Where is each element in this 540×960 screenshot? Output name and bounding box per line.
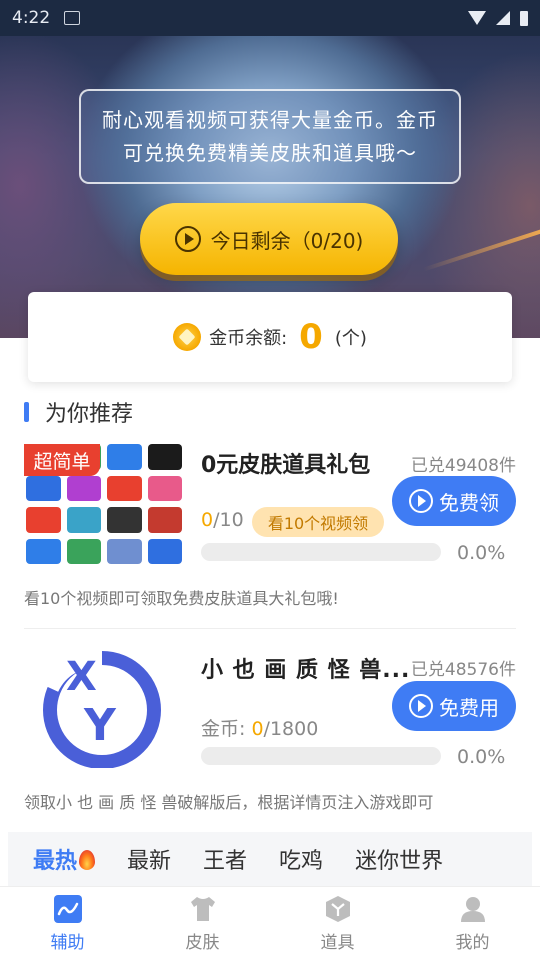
tab-new[interactable]: 最新 <box>122 843 176 875</box>
coin-balance-label: 金币余额: <box>209 328 288 349</box>
thumbnail-tile <box>147 538 182 564</box>
thumbnail-tile <box>26 475 61 501</box>
item-sold-count: 已兑49408件 <box>410 456 516 476</box>
progress-percent: 0.0% <box>457 746 506 768</box>
coin-progress-total: /1800 <box>263 718 319 740</box>
bottom-navigation: 辅助 皮肤 道具 我的 <box>0 886 540 960</box>
video-progress: 0/10 <box>201 509 244 531</box>
tab-pubg[interactable]: 吃鸡 <box>274 843 328 875</box>
coin-icon <box>173 323 202 351</box>
chart-line-icon <box>53 895 82 923</box>
play-icon <box>174 226 201 252</box>
category-tabs: 最热 最新 王者 吃鸡 迷你世界 <box>8 832 532 886</box>
nav-props-label: 道具 <box>320 933 355 953</box>
nav-skins[interactable]: 皮肤 <box>135 887 270 960</box>
today-remaining-label: 今日剩余（0/20) <box>210 228 364 253</box>
play-icon <box>409 694 433 718</box>
coin-balance-unit: (个) <box>334 328 367 349</box>
free-claim-button[interactable]: 免费领 <box>392 476 516 526</box>
thumbnail-tile <box>66 475 101 501</box>
nav-mine-label: 我的 <box>455 933 490 953</box>
free-use-label: 免费用 <box>439 695 499 720</box>
nav-skins-label: 皮肤 <box>185 933 220 953</box>
nav-mine[interactable]: 我的 <box>405 887 540 960</box>
progress-bar <box>201 747 441 765</box>
cube-icon <box>325 896 350 922</box>
signal-icon <box>496 11 510 25</box>
status-time: 4:22 <box>12 8 51 28</box>
item-description: 领取小 也 画 质 怪 兽破解版后，根据详情页注入游戏即可 <box>24 793 434 812</box>
logo-letter-y: Y <box>83 700 117 751</box>
thumbnail-tile <box>147 475 182 501</box>
coin-balance-card: 金币余额: 0 (个) <box>28 292 512 382</box>
easy-badge: 超简单 <box>24 444 100 476</box>
item-description: 看10个视频即可领取免费皮肤道具大礼包哦! <box>24 589 339 608</box>
section-accent-bar <box>24 402 29 422</box>
divider <box>24 628 516 629</box>
item-sold-count: 已兑48576件 <box>410 660 516 680</box>
progress-percent: 0.0% <box>457 542 506 564</box>
tab-mini-world[interactable]: 迷你世界 <box>350 843 448 875</box>
thumbnail-tile <box>66 507 101 533</box>
thumbnail-tile <box>107 507 142 533</box>
thumbnail-tile <box>26 538 61 564</box>
coin-balance-value: 0 <box>299 317 323 357</box>
thumbnail-tile <box>26 507 61 533</box>
section-header: 为你推荐 <box>24 396 133 428</box>
thumbnail-tile <box>107 475 142 501</box>
tab-hot[interactable]: 最热 <box>28 843 100 875</box>
nav-assist-label: 辅助 <box>50 933 85 953</box>
flame-icon <box>79 850 96 870</box>
gallery-notification-icon <box>64 11 81 25</box>
xy-logo-thumbnail: X Y <box>41 649 161 768</box>
play-icon <box>409 489 433 513</box>
thumbnail-tile <box>107 538 142 564</box>
today-remaining-button[interactable]: 今日剩余（0/20) <box>140 203 398 275</box>
wifi-icon <box>468 11 486 25</box>
tshirt-icon <box>190 897 215 921</box>
thumbnail-tile <box>147 444 182 470</box>
video-progress-total: /10 <box>213 509 244 531</box>
progress-bar <box>201 543 441 561</box>
coin-progress-prefix: 金币: <box>201 718 252 740</box>
battery-icon <box>520 10 528 26</box>
item-title: 0元皮肤道具礼包 <box>201 453 371 478</box>
free-use-button[interactable]: 免费用 <box>392 681 516 731</box>
nav-assist[interactable]: 辅助 <box>0 887 135 960</box>
status-bar: 4:22 <box>0 0 540 36</box>
free-claim-label: 免费领 <box>439 490 499 515</box>
status-icons <box>468 10 528 26</box>
watch-videos-tag: 看10个视频领 <box>252 507 384 537</box>
hero-decoration <box>422 224 540 272</box>
nav-props[interactable]: 道具 <box>270 887 405 960</box>
tab-honor-of-kings[interactable]: 王者 <box>198 843 252 875</box>
tab-hot-label: 最热 <box>33 849 78 874</box>
section-title: 为你推荐 <box>45 402 134 427</box>
notice-box: 耐心观看视频可获得大量金币。金币可兑换免费精美皮肤和道具哦～ <box>79 89 461 184</box>
coin-progress-current: 0 <box>251 718 264 740</box>
thumbnail-tile <box>66 538 101 564</box>
item-title: 小 也 画 质 怪 兽... <box>201 658 411 683</box>
thumbnail-tile <box>147 507 182 533</box>
thumbnail-tile <box>107 444 142 470</box>
logo-letter-x: X <box>66 654 97 700</box>
coin-progress: 金币: 0/1800 <box>201 714 318 741</box>
user-icon <box>460 897 485 922</box>
video-progress-current: 0 <box>201 509 214 531</box>
